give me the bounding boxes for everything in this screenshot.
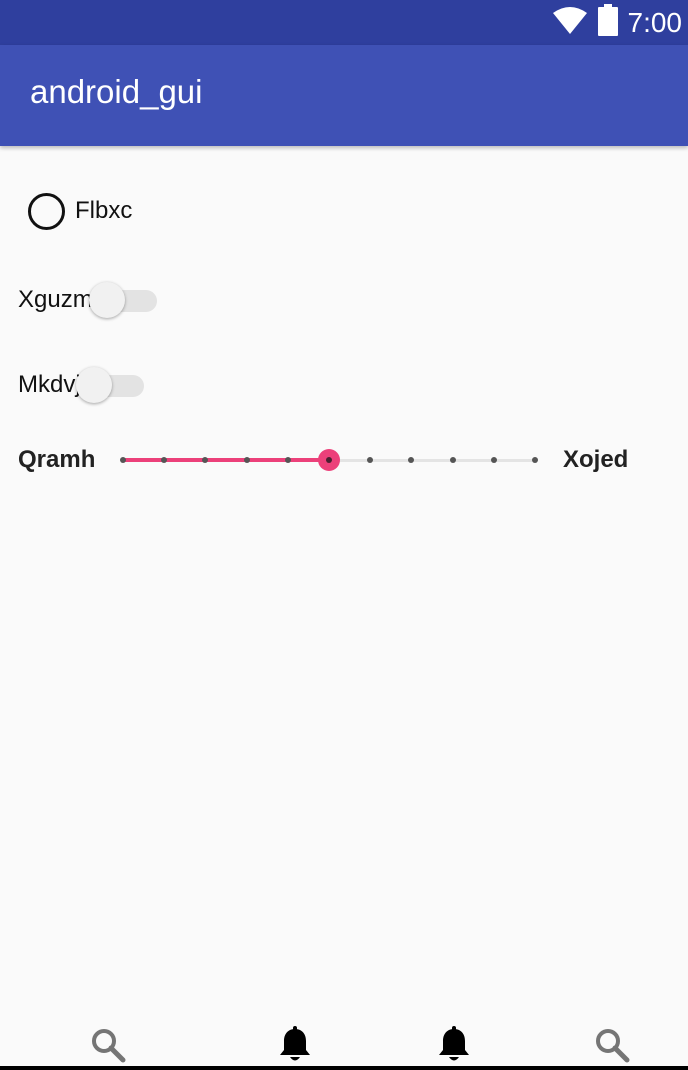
slider-tick xyxy=(120,457,126,463)
status-bar: 7:00 xyxy=(0,0,688,45)
switch-row-mkdvj: Mkdvj xyxy=(18,365,144,405)
slider-tick xyxy=(367,457,374,463)
search-icon[interactable] xyxy=(88,1025,128,1065)
switch-thumb xyxy=(75,367,112,403)
slider-tick xyxy=(490,457,497,463)
discrete-slider[interactable] xyxy=(120,440,538,480)
notifications-icon[interactable] xyxy=(434,1025,474,1065)
status-time: 7:00 xyxy=(627,6,683,38)
slider-tick xyxy=(449,457,456,463)
app-title: android_gui xyxy=(30,73,203,110)
radio-label: Flbxc xyxy=(75,197,133,224)
slider-thumb[interactable] xyxy=(318,449,340,471)
switch-label: Mkdvj xyxy=(18,371,81,398)
slider-tick xyxy=(161,457,168,463)
switch-toggle-xguzm[interactable] xyxy=(88,280,157,320)
radio-button-flbxc[interactable]: Flbxc xyxy=(28,192,132,230)
slider-row: Qramh Xojed xyxy=(18,440,668,480)
slider-track-active xyxy=(123,458,329,462)
notifications-icon[interactable] xyxy=(275,1025,315,1065)
bottom-divider xyxy=(0,1066,688,1070)
slider-tick xyxy=(243,457,250,463)
battery-icon xyxy=(597,4,618,41)
search-icon[interactable] xyxy=(592,1025,632,1065)
status-icons: 7:00 xyxy=(552,0,683,45)
switch-label: Xguzm xyxy=(18,286,93,313)
app-bar: android_gui xyxy=(0,45,688,146)
slider-tick xyxy=(532,457,538,463)
slider-tick xyxy=(202,457,209,463)
slider-thumb-dot xyxy=(326,457,332,463)
switch-thumb xyxy=(88,282,125,318)
wifi-icon xyxy=(552,5,588,40)
radio-circle-icon xyxy=(28,192,65,230)
slider-tick xyxy=(284,457,291,463)
switch-toggle-mkdvj[interactable] xyxy=(75,365,144,405)
switch-row-xguzm: Xguzm xyxy=(18,280,157,320)
slider-min-label: Qramh xyxy=(18,446,96,473)
slider-max-label: Xojed xyxy=(563,446,629,473)
bottom-navigation xyxy=(0,1020,688,1066)
slider-tick xyxy=(408,457,415,463)
